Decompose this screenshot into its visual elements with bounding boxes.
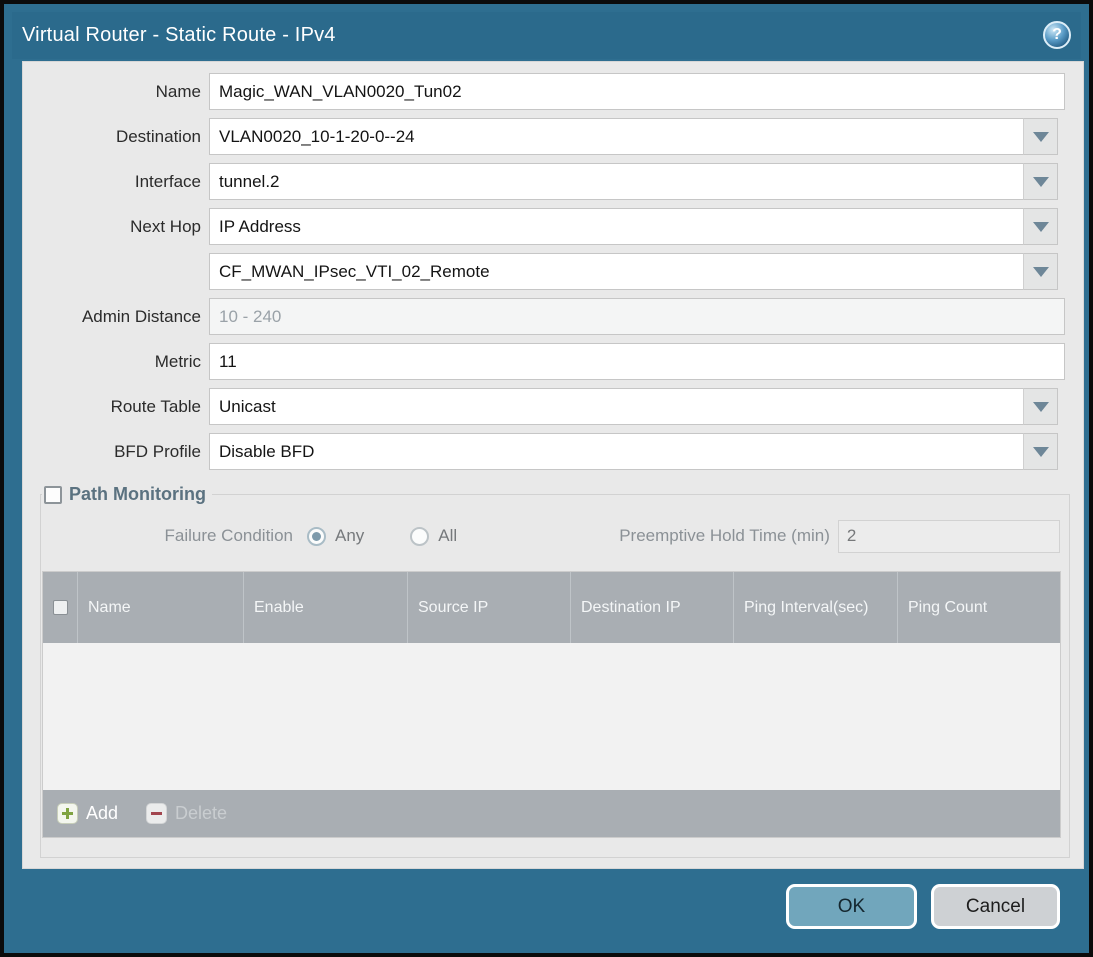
metric-label: Metric — [23, 352, 209, 372]
next-hop-type-input[interactable] — [209, 208, 1024, 245]
failure-condition-any-label: Any — [335, 526, 364, 546]
next-hop-address-dropdown-button[interactable] — [1024, 253, 1058, 290]
header-ping-count: Ping Count — [897, 572, 1060, 643]
chevron-down-icon — [1033, 222, 1049, 232]
form-row-next-hop-address — [23, 253, 1083, 290]
dialog-content: Name Destination Interface — [22, 61, 1084, 869]
failure-condition-all-label: All — [438, 526, 457, 546]
form-row-next-hop: Next Hop — [23, 208, 1083, 245]
delete-button-label: Delete — [175, 803, 227, 824]
chevron-down-icon — [1033, 267, 1049, 277]
bfd-profile-label: BFD Profile — [23, 442, 209, 462]
path-monitoring-legend: Path Monitoring — [42, 484, 212, 505]
interface-dropdown-button[interactable] — [1024, 163, 1058, 200]
table-header-row: Name Enable Source IP Destination IP Pin… — [43, 572, 1060, 643]
table-footer-bar: Add Delete — [43, 790, 1060, 837]
chevron-down-icon — [1033, 447, 1049, 457]
header-enable: Enable — [243, 572, 407, 643]
path-monitoring-checkbox[interactable] — [44, 486, 62, 504]
form-row-route-table: Route Table — [23, 388, 1083, 425]
bfd-profile-dropdown-button[interactable] — [1024, 433, 1058, 470]
path-monitoring-title: Path Monitoring — [69, 484, 206, 505]
route-table-dropdown-button[interactable] — [1024, 388, 1058, 425]
plus-icon — [57, 803, 78, 824]
form-row-interface: Interface — [23, 163, 1083, 200]
form-row-destination: Destination — [23, 118, 1083, 155]
destination-label: Destination — [23, 127, 209, 147]
ok-button[interactable]: OK — [786, 884, 917, 929]
form-row-name: Name — [23, 73, 1083, 110]
header-ping-interval: Ping Interval(sec) — [733, 572, 897, 643]
form-row-metric: Metric — [23, 343, 1083, 380]
add-button[interactable]: Add — [57, 803, 118, 824]
interface-input[interactable] — [209, 163, 1024, 200]
failure-condition-label: Failure Condition — [41, 526, 303, 546]
next-hop-address-input[interactable] — [209, 253, 1024, 290]
minus-icon — [146, 803, 167, 824]
add-button-label: Add — [86, 803, 118, 824]
form-row-bfd-profile: BFD Profile — [23, 433, 1083, 470]
header-name: Name — [77, 572, 243, 643]
chevron-down-icon — [1033, 177, 1049, 187]
route-table-label: Route Table — [23, 397, 209, 417]
destination-dropdown-button[interactable] — [1024, 118, 1058, 155]
select-all-checkbox[interactable] — [53, 600, 68, 615]
header-destination-ip: Destination IP — [570, 572, 733, 643]
next-hop-type-dropdown-button[interactable] — [1024, 208, 1058, 245]
failure-condition-all-radio[interactable] — [410, 527, 429, 546]
route-table-input[interactable] — [209, 388, 1024, 425]
header-source-ip: Source IP — [407, 572, 570, 643]
preemptive-hold-time-label: Preemptive Hold Time (min) — [619, 526, 838, 546]
header-select-all-cell — [43, 572, 77, 643]
cancel-button[interactable]: Cancel — [931, 884, 1060, 929]
form-row-admin-distance: Admin Distance — [23, 298, 1083, 335]
admin-distance-label: Admin Distance — [23, 307, 209, 327]
help-icon[interactable]: ? — [1043, 21, 1071, 49]
path-monitoring-section: Path Monitoring Failure Condition Any Al… — [40, 484, 1070, 858]
path-monitoring-table: Name Enable Source IP Destination IP Pin… — [42, 571, 1061, 838]
bfd-profile-input[interactable] — [209, 433, 1024, 470]
name-label: Name — [23, 82, 209, 102]
dialog-titlebar: Virtual Router - Static Route - IPv4 ? — [12, 12, 1081, 59]
table-body-empty — [43, 643, 1060, 790]
delete-button[interactable]: Delete — [146, 803, 227, 824]
failure-condition-any-radio[interactable] — [307, 527, 326, 546]
static-route-dialog: Virtual Router - Static Route - IPv4 ? N… — [0, 0, 1093, 957]
chevron-down-icon — [1033, 132, 1049, 142]
preemptive-hold-time-input[interactable] — [838, 520, 1060, 553]
dialog-title: Virtual Router - Static Route - IPv4 — [12, 24, 336, 47]
name-input[interactable] — [209, 73, 1065, 110]
destination-input[interactable] — [209, 118, 1024, 155]
metric-input[interactable] — [209, 343, 1065, 380]
chevron-down-icon — [1033, 402, 1049, 412]
interface-label: Interface — [23, 172, 209, 192]
failure-condition-row: Failure Condition Any All Preemptive Hol… — [41, 518, 1069, 554]
admin-distance-input[interactable] — [209, 298, 1065, 335]
next-hop-label: Next Hop — [23, 217, 209, 237]
